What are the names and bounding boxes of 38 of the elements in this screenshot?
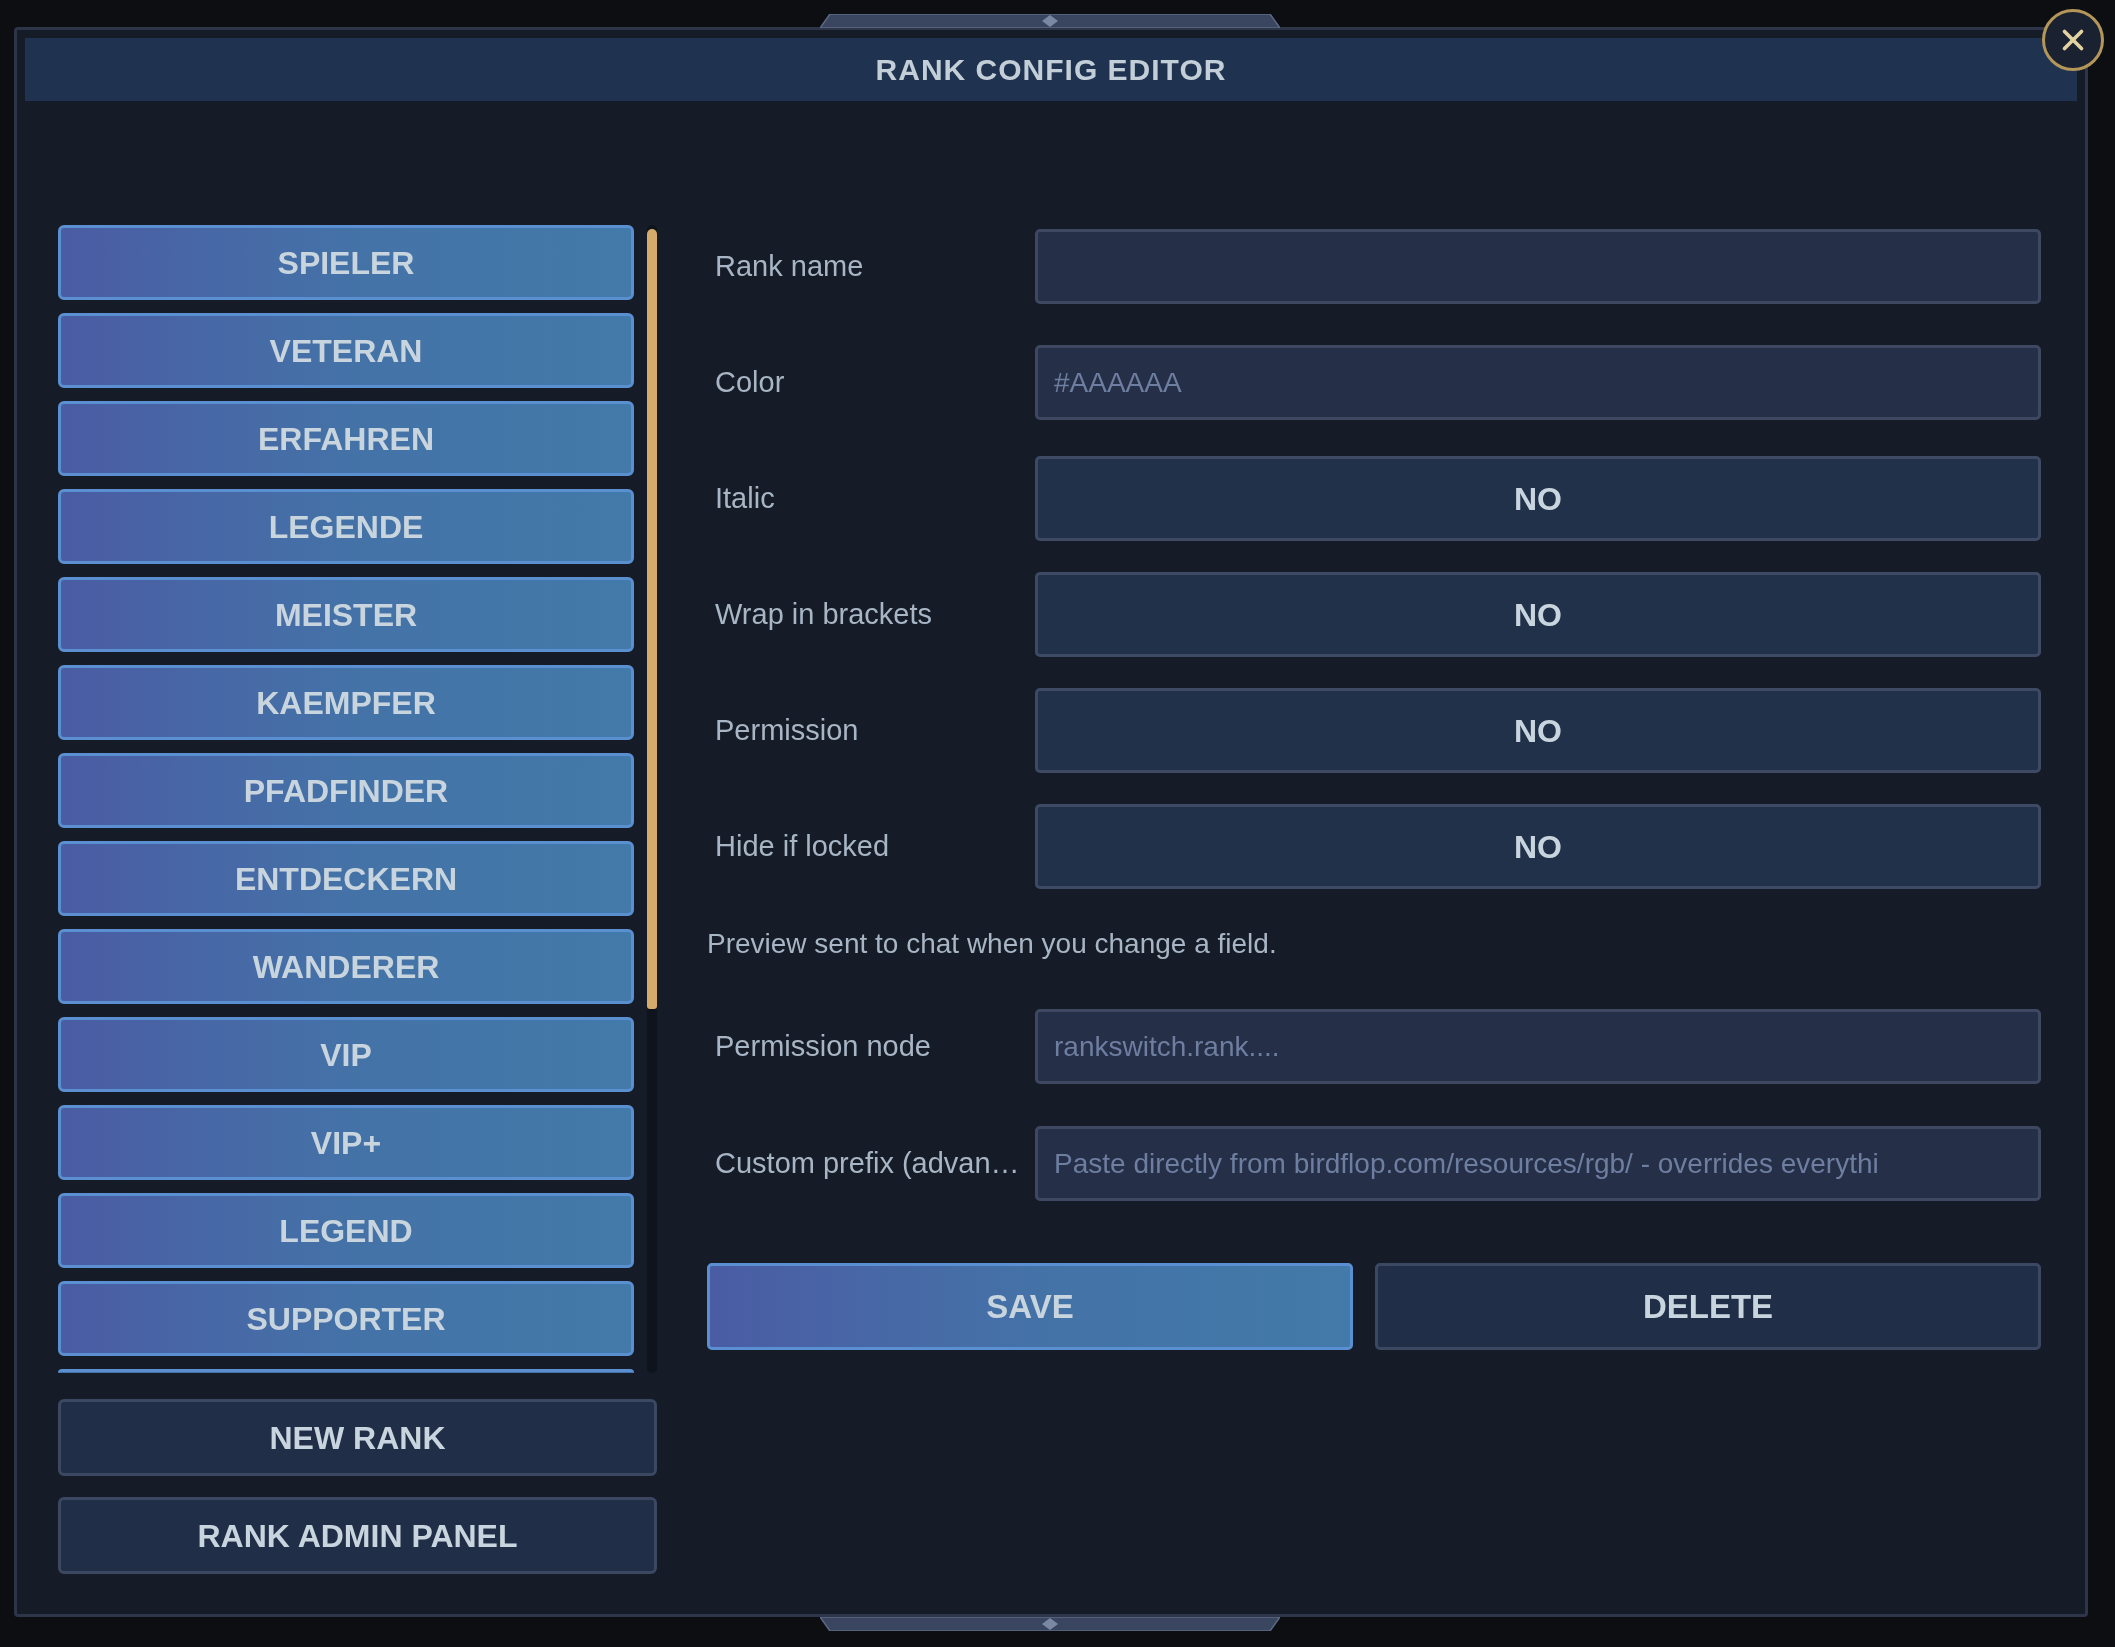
toggle-button[interactable]: NO [1035,804,2041,889]
toggle-button[interactable]: NO [1035,688,2041,773]
window-title: RANK CONFIG EDITOR [875,52,1227,88]
field-label: Wrap in brackets [715,596,933,632]
scrollbar-thumb[interactable] [647,229,657,1009]
panel-action-button[interactable]: NEW RANK [58,1399,657,1476]
text-field[interactable]: Paste directly from birdflop.com/resources/rgb/ - overrides everythi [1035,1126,2041,1201]
scrollbar-track[interactable] [647,225,657,1373]
toggle-button[interactable]: NO [1035,456,2041,541]
text-field[interactable] [1035,229,2041,304]
text-field[interactable]: rankswitch.rank.... [1035,1009,2041,1084]
field-label: Hide if locked [715,828,890,864]
partial-rank-button[interactable] [58,1369,634,1373]
rank-button[interactable]: LEGENDE [58,489,634,564]
rank-button[interactable]: MEISTER [58,577,634,652]
rank-button[interactable]: SUPPORTER [58,1281,634,1356]
delete-button[interactable]: DELETE [1375,1263,2041,1350]
field-label: Italic [715,480,775,516]
rank-button[interactable]: ENTDECKERN [58,841,634,916]
rank-button[interactable]: KAEMPFER [58,665,634,740]
rank-button[interactable]: ERFAHREN [58,401,634,476]
rank-button[interactable]: VIP+ [58,1105,634,1180]
field-label: Permission [715,712,859,748]
rank-button[interactable]: VIP [58,1017,634,1092]
field-label: Color [715,364,785,400]
panel-action-button[interactable]: RANK ADMIN PANEL [58,1497,657,1574]
field-label: Permission node [715,1028,931,1064]
field-label: Custom prefix (advan… [715,1145,1020,1181]
save-button[interactable]: SAVE [707,1263,1353,1350]
rank-button[interactable]: WANDERER [58,929,634,1004]
toggle-button[interactable]: NO [1035,572,2041,657]
rank-button[interactable]: VETERAN [58,313,634,388]
rank-button[interactable]: PFADFINDER [58,753,634,828]
rank-button[interactable]: LEGEND [58,1193,634,1268]
text-field[interactable]: #AAAAAA [1035,345,2041,420]
preview-note: Preview sent to chat when you change a field. [707,927,1277,961]
field-label: Rank name [715,248,864,284]
rank-button[interactable]: SPIELER [58,225,634,300]
